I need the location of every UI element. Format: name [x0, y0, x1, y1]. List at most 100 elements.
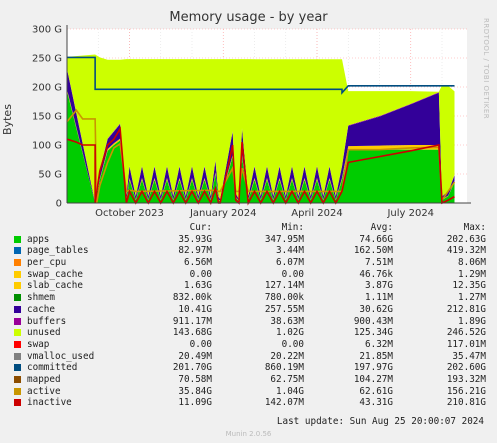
legend-name: active: [27, 385, 61, 397]
legend-max: 246.52G: [446, 327, 486, 339]
legend-swatch: [14, 259, 21, 267]
legend-swatch: [14, 387, 21, 395]
legend-header: Cur: Min: Avg: Max:: [14, 222, 486, 234]
legend-max: 210.81G: [446, 397, 486, 409]
legend-rows: apps 35.93G 347.95M 74.66G 202.63G page_table…: [14, 234, 486, 409]
legend-max: 1.29M: [458, 268, 486, 280]
legend-avg: 3.87G: [365, 280, 393, 292]
legend-avg: 43.31G: [359, 397, 393, 409]
legend-cur: 832.00k: [172, 292, 212, 304]
legend-header-min: Min:: [281, 222, 304, 233]
legend-max: 419.32M: [446, 245, 486, 257]
legend-min: 38.63M: [270, 315, 304, 327]
legend-swatch: [14, 235, 21, 243]
legend-row-committed: committed 201.70G 860.19M 197.97G 202.60G: [14, 362, 486, 374]
legend-row-active: active 35.84G 1.04G 62.61G 156.21G: [14, 386, 486, 398]
legend-row-unused: unused 143.68G 1.02G 125.34G 246.52G: [14, 327, 486, 339]
legend-cur: 35.93G: [178, 233, 212, 245]
legend-avg: 197.97G: [353, 362, 393, 374]
legend-min: 0.00: [281, 338, 304, 350]
legend-row-inactive: inactive 11.09G 142.07M 43.31G 210.81G: [14, 397, 486, 409]
legend-swatch: [14, 282, 21, 290]
legend-min: 780.00k: [264, 292, 304, 304]
legend-name: unused: [27, 327, 61, 339]
legend-max: 193.32M: [446, 373, 486, 385]
y-tick-label: 250 G: [32, 54, 62, 65]
legend-name: buffers: [27, 315, 67, 327]
legend-min: 142.07M: [264, 397, 304, 409]
legend-name: committed: [27, 362, 78, 374]
legend-swatch: [14, 247, 21, 255]
legend-row-shmem: shmem 832.00k 780.00k 1.11M 1.27M: [14, 292, 486, 304]
legend-min: 1.02G: [276, 327, 304, 339]
legend-row-swap: swap 0.00 0.00 6.32M 117.01M: [14, 339, 486, 351]
legend-row-vmalloc-used: vmalloc_used 20.49M 20.22M 21.85M 35.47M: [14, 351, 486, 363]
legend-avg: 21.85M: [359, 350, 393, 362]
legend-min: 127.14M: [264, 280, 304, 292]
legend-swatch: [14, 375, 21, 383]
legend-header-max: Max:: [463, 222, 486, 233]
legend-swatch: [14, 364, 21, 372]
legend-max: 212.81G: [446, 303, 486, 315]
y-tick-label: 200 G: [32, 83, 62, 94]
legend-name: slab_cache: [27, 280, 83, 292]
legend-row-page-tables: page_tables 82.97M 3.44M 162.50M 419.32M: [14, 245, 486, 257]
legend-max: 202.63G: [446, 233, 486, 245]
legend-min: 347.95M: [264, 233, 304, 245]
legend-max: 8.06M: [458, 257, 486, 269]
legend-name: apps: [27, 233, 50, 245]
y-tick-label: 0: [56, 199, 62, 210]
legend-min: 0.00: [281, 268, 304, 280]
legend-row-buffers: buffers 911.17M 38.63M 900.43M 1.89G: [14, 316, 486, 328]
legend-cur: 143.68G: [172, 327, 212, 339]
legend-max: 1.89G: [458, 315, 486, 327]
rrdtool-watermark: RRDTOOL / TOBI OETIKER: [482, 18, 490, 120]
legend-avg: 46.76k: [359, 268, 393, 280]
legend-avg: 104.27M: [353, 373, 393, 385]
legend-avg: 125.34G: [353, 327, 393, 339]
legend-header-avg: Avg:: [370, 222, 393, 233]
chart-svg: 0 50 G 100 G 150 G 200 G 250 G 300 G October 20…: [32, 25, 471, 219]
legend-name: page_tables: [27, 245, 89, 257]
legend-name: per_cpu: [27, 257, 67, 269]
legend-cur: 1.63G: [184, 280, 212, 292]
y-axis-label: Bytes: [0, 104, 14, 135]
legend-name: inactive: [27, 397, 72, 409]
x-tick-label: October 2023: [95, 208, 164, 219]
legend-swatch: [14, 270, 21, 278]
legend-cur: 11.09G: [178, 397, 212, 409]
legend-cur: 70.58M: [178, 373, 212, 385]
legend-avg: 30.62G: [359, 303, 393, 315]
legend-avg: 62.61G: [359, 385, 393, 397]
legend-header-cur: Cur:: [189, 222, 212, 233]
legend-name: swap_cache: [27, 268, 83, 280]
legend-cur: 0.00: [189, 338, 212, 350]
legend-min: 62.75M: [270, 373, 304, 385]
legend-row-apps: apps 35.93G 347.95M 74.66G 202.63G: [14, 234, 486, 246]
legend-cur: 6.56M: [184, 257, 212, 269]
legend-table: Cur: Min: Avg: Max: apps 35.93G 347.95M 74.…: [14, 222, 486, 409]
legend-min: 20.22M: [270, 350, 304, 362]
y-tick-label: 150 G: [32, 112, 62, 123]
legend-name: swap: [27, 338, 50, 350]
legend-name: mapped: [27, 373, 61, 385]
y-tick-label: 300 G: [32, 25, 62, 36]
x-tick-label: April 2024: [291, 208, 342, 219]
legend-avg: 6.32M: [365, 338, 393, 350]
legend-name: shmem: [27, 292, 55, 304]
y-tick-label: 50 G: [38, 170, 62, 181]
legend-max: 1.27M: [458, 292, 486, 304]
legend-row-cache: cache 10.41G 257.55M 30.62G 212.81G: [14, 304, 486, 316]
legend-cur: 0.00: [189, 268, 212, 280]
legend-cur: 10.41G: [178, 303, 212, 315]
legend-max: 12.35G: [452, 280, 486, 292]
legend-min: 860.19M: [264, 362, 304, 374]
legend-cur: 20.49M: [178, 350, 212, 362]
legend-min: 3.44M: [276, 245, 304, 257]
legend-avg: 74.66G: [359, 233, 393, 245]
legend-min: 1.04G: [276, 385, 304, 397]
legend-swatch: [14, 399, 21, 407]
legend-cur: 201.70G: [172, 362, 212, 374]
legend-max: 117.01M: [446, 338, 486, 350]
legend-swatch: [14, 305, 21, 313]
